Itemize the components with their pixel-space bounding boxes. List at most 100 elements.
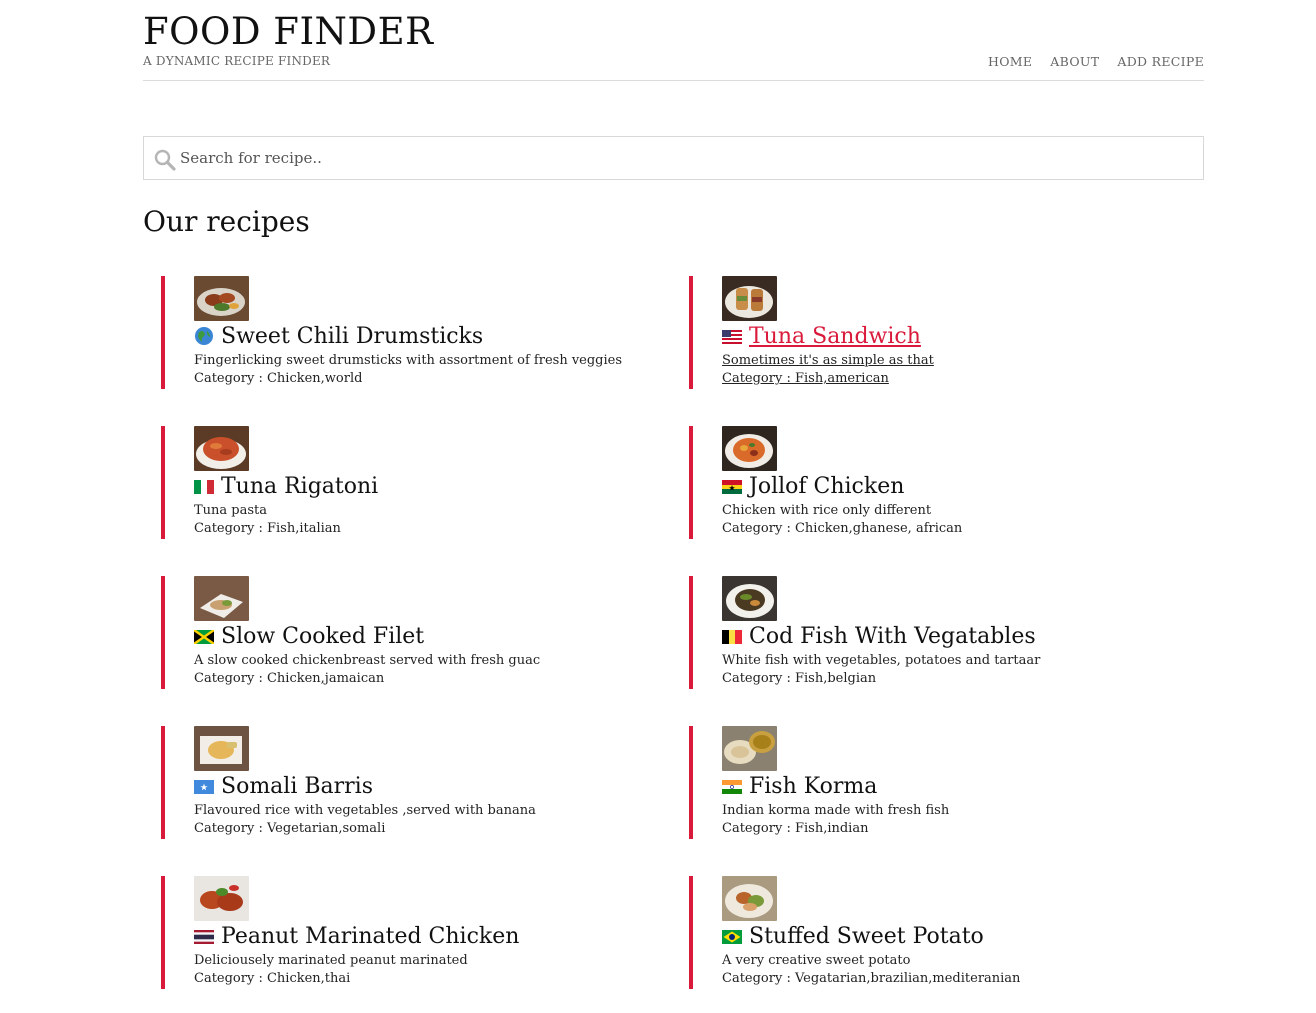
recipe-title-row: Jollof Chicken [722, 471, 904, 501]
recipe-thumbnail[interactable] [722, 276, 777, 321]
recipe-card-tuna-sandwich[interactable]: Tuna Sandwich Sometimes it's as simple as… [689, 276, 1189, 389]
nav-home[interactable]: HOME [988, 54, 1032, 69]
flag-th-icon [194, 929, 214, 944]
flag-it-icon [194, 479, 214, 494]
recipe-category: Category : Fish,belgian [722, 671, 876, 686]
recipe-category: Category : Vegetarian,somali [194, 821, 385, 836]
recipe-title-row: Cod Fish With Vegatables [722, 621, 1036, 651]
category-prefix: Category : [722, 671, 795, 686]
search-input[interactable] [180, 137, 1190, 179]
search-box[interactable] [143, 136, 1204, 180]
category-value: Chicken,thai [266, 971, 351, 986]
recipe-card-tuna-rigatoni[interactable]: Tuna Rigatoni Tuna pasta Category : Fish,i… [161, 426, 661, 539]
recipe-title-row: Somali Barris [194, 771, 373, 801]
recipe-title[interactable]: Stuffed Sweet Potato [749, 924, 984, 949]
category-value: Fish,belgian [794, 671, 877, 686]
recipe-title-row: Stuffed Sweet Potato [722, 921, 984, 951]
recipe-title[interactable]: Jollof Chicken [749, 474, 904, 499]
category-value: Chicken,ghanese, african [794, 521, 963, 536]
category-value: Chicken,jamaican [266, 671, 385, 686]
recipe-category: Category : Chicken,thai [194, 971, 350, 986]
category-prefix: Category : [194, 521, 267, 536]
category-prefix: Category : [194, 371, 267, 386]
recipe-description: A very creative sweet potato [722, 953, 911, 968]
recipe-title[interactable]: Tuna Sandwich [749, 324, 921, 349]
recipe-card-sweet-chili-drumsticks[interactable]: Sweet Chili Drumsticks Fingerlicking swee… [161, 276, 661, 389]
recipe-thumbnail[interactable] [722, 726, 777, 771]
flag-be-icon [722, 629, 742, 644]
recipe-category: Category : Fish,indian [722, 821, 868, 836]
recipe-title-row: Fish Korma [722, 771, 877, 801]
category-prefix: Category : [722, 971, 795, 986]
recipe-thumbnail[interactable] [194, 726, 249, 771]
recipe-description: Indian korma made with fresh fish [722, 803, 950, 818]
recipe-category: Category : Vegatarian,brazilian,meditera… [722, 971, 1020, 986]
site-subtitle: A DYNAMIC RECIPE FINDER [143, 54, 331, 68]
flag-us-icon [722, 329, 742, 344]
recipe-category: Category : Fish,italian [194, 521, 341, 536]
recipe-thumbnail[interactable] [722, 576, 777, 621]
recipe-title[interactable]: Sweet Chili Drumsticks [221, 324, 483, 349]
recipe-category: Category : Chicken,world [194, 371, 362, 386]
flag-so-icon [194, 779, 214, 794]
category-value: Fish,american [794, 371, 889, 386]
recipe-thumbnail[interactable] [722, 876, 777, 921]
recipe-title[interactable]: Fish Korma [749, 774, 877, 799]
recipe-title[interactable]: Cod Fish With Vegatables [749, 624, 1036, 649]
category-prefix: Category : [722, 371, 795, 386]
recipe-thumbnail[interactable] [194, 876, 249, 921]
flag-in-icon [722, 779, 742, 794]
recipe-category: Category : Fish,american [722, 371, 889, 386]
recipe-description: Chicken with rice only different [722, 503, 932, 518]
recipe-card-stuffed-sweet-potato[interactable]: Stuffed Sweet Potato A very creative swee… [689, 876, 1189, 989]
recipe-category: Category : Chicken,ghanese, african [722, 521, 962, 536]
recipe-card-jollof-chicken[interactable]: Jollof Chicken Chicken with rice only dif… [689, 426, 1189, 539]
category-prefix: Category : [194, 671, 267, 686]
section-title: Our recipes [143, 205, 310, 238]
recipe-card-peanut-marinated-chicken[interactable]: Peanut Marinated Chicken Deliciousely mar… [161, 876, 661, 989]
recipe-description: Fingerlicking sweet drumsticks with asso… [194, 353, 623, 368]
flag-jm-icon [193, 629, 215, 645]
recipe-title-row: Slow Cooked Filet [193, 621, 424, 651]
search-icon [154, 149, 176, 171]
recipe-title-row: Tuna Rigatoni [194, 471, 378, 501]
recipe-description: Tuna pasta [194, 503, 268, 518]
recipe-card-somali-barris[interactable]: Somali Barris Flavoured rice with vegetab… [161, 726, 661, 839]
main-nav: HOME ABOUT ADD RECIPE [988, 54, 1204, 69]
recipe-thumbnail[interactable] [194, 576, 249, 621]
recipe-thumbnail[interactable] [194, 426, 249, 471]
site-title[interactable]: FOOD FINDER [143, 12, 433, 52]
category-value: Chicken,world [266, 371, 363, 386]
nav-add-recipe[interactable]: ADD RECIPE [1117, 54, 1204, 69]
recipe-description: White fish with vegetables, potatoes and… [722, 653, 1041, 668]
flag-gh-icon [722, 479, 742, 494]
recipe-title-row: Peanut Marinated Chicken [194, 921, 519, 951]
recipe-title[interactable]: Somali Barris [221, 774, 373, 799]
recipe-thumbnail[interactable] [194, 276, 249, 321]
recipe-card-cod-fish-with-vegatables[interactable]: Cod Fish With Vegatables White fish with … [689, 576, 1189, 689]
recipe-description: Sometimes it's as simple as that [722, 353, 934, 368]
recipe-title[interactable]: Tuna Rigatoni [221, 474, 378, 499]
recipe-description: Deliciousely marinated peanut marinated [194, 953, 468, 968]
globe-icon [194, 327, 214, 345]
category-value: Fish,indian [794, 821, 869, 836]
page: FOOD FINDER A DYNAMIC RECIPE FINDER HOME… [0, 0, 1316, 1013]
recipe-thumbnail[interactable] [722, 426, 777, 471]
recipe-card-fish-korma[interactable]: Fish Korma Indian korma made with fresh f… [689, 726, 1189, 839]
category-value: Vegatarian,brazilian,mediteranian [794, 971, 1021, 986]
recipe-title[interactable]: Slow Cooked Filet [221, 624, 424, 649]
category-value: Vegetarian,somali [266, 821, 386, 836]
recipe-title-row: Tuna Sandwich [722, 321, 921, 351]
recipe-card-slow-cooked-filet[interactable]: Slow Cooked Filet A slow cooked chickenbr… [161, 576, 661, 689]
recipe-category: Category : Chicken,jamaican [194, 671, 384, 686]
category-prefix: Category : [722, 521, 795, 536]
site-header: FOOD FINDER A DYNAMIC RECIPE FINDER HOME… [143, 12, 1204, 81]
category-prefix: Category : [194, 821, 267, 836]
nav-about[interactable]: ABOUT [1050, 54, 1099, 69]
category-prefix: Category : [194, 971, 267, 986]
recipe-title[interactable]: Peanut Marinated Chicken [221, 924, 519, 949]
category-prefix: Category : [722, 821, 795, 836]
recipe-title-row: Sweet Chili Drumsticks [194, 321, 483, 351]
category-value: Fish,italian [266, 521, 341, 536]
flag-br-icon [722, 929, 742, 944]
